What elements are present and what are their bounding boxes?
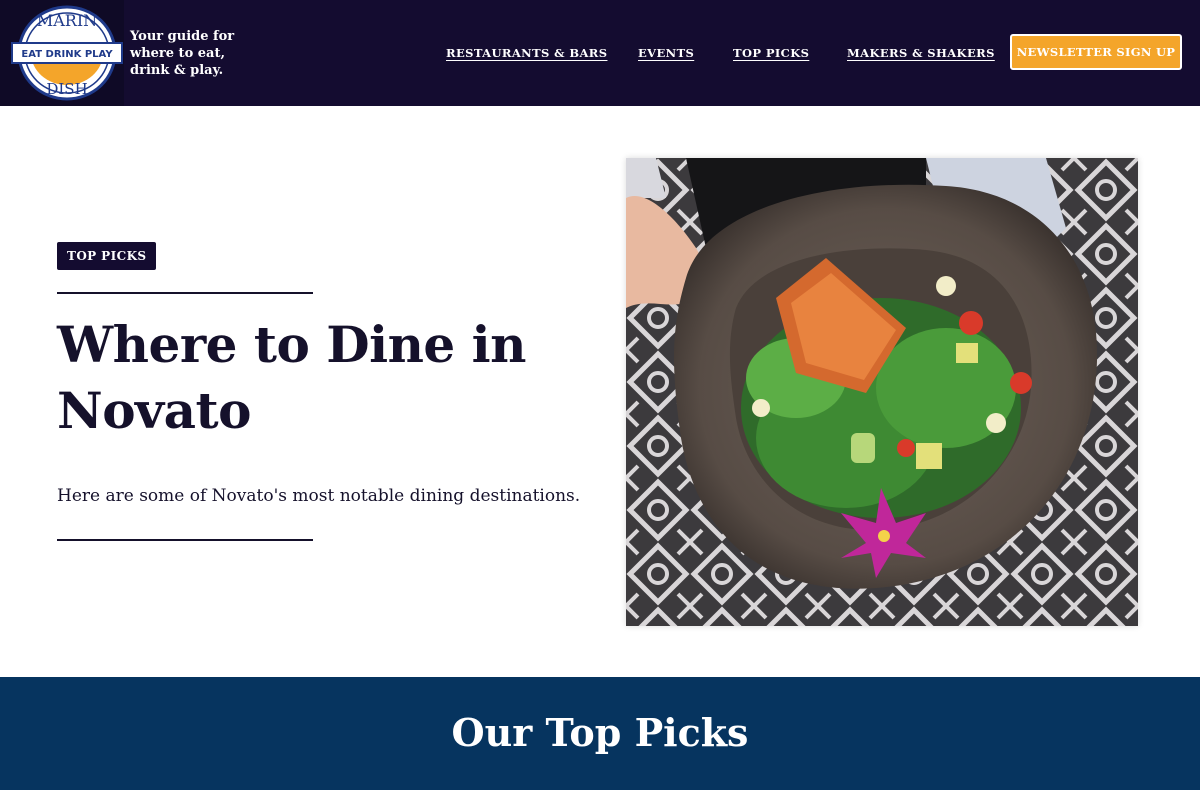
salmon-salad-illustration bbox=[626, 158, 1138, 626]
category-badge[interactable]: TOP PICKS bbox=[57, 242, 157, 270]
site-header: MARIN EAT DRINK PLAY DISH Your guide for… bbox=[0, 0, 1200, 106]
page-subtitle: Here are some of Novato's most notable d… bbox=[57, 486, 581, 506]
top-picks-band: Our Top Picks bbox=[0, 677, 1200, 790]
divider-top bbox=[57, 292, 313, 294]
tagline: Your guide for where to eat, drink & pla… bbox=[130, 29, 235, 78]
nav-top-picks[interactable]: TOP PICKS bbox=[733, 46, 809, 60]
nav-events[interactable]: EVENTS bbox=[638, 46, 694, 60]
divider-bottom bbox=[57, 539, 313, 541]
logo-block: MARIN EAT DRINK PLAY DISH bbox=[0, 0, 124, 106]
svg-text:MARIN: MARIN bbox=[37, 11, 97, 30]
hero-photo-salmon-salad bbox=[626, 158, 1138, 626]
section-title: Our Top Picks bbox=[451, 710, 749, 755]
svg-text:EAT DRINK PLAY: EAT DRINK PLAY bbox=[21, 49, 113, 60]
marin-dish-logo[interactable]: MARIN EAT DRINK PLAY DISH bbox=[10, 4, 124, 102]
bottom-strip bbox=[0, 790, 1200, 800]
nav-restaurants-bars[interactable]: RESTAURANTS & BARS bbox=[446, 46, 607, 60]
page-title: Where to Dine in Novato bbox=[57, 315, 527, 440]
svg-text:DISH: DISH bbox=[46, 80, 87, 98]
nav-makers-shakers[interactable]: MAKERS & SHAKERS bbox=[847, 46, 995, 60]
newsletter-signup-button[interactable]: NEWSLETTER SIGN UP bbox=[1010, 34, 1182, 70]
